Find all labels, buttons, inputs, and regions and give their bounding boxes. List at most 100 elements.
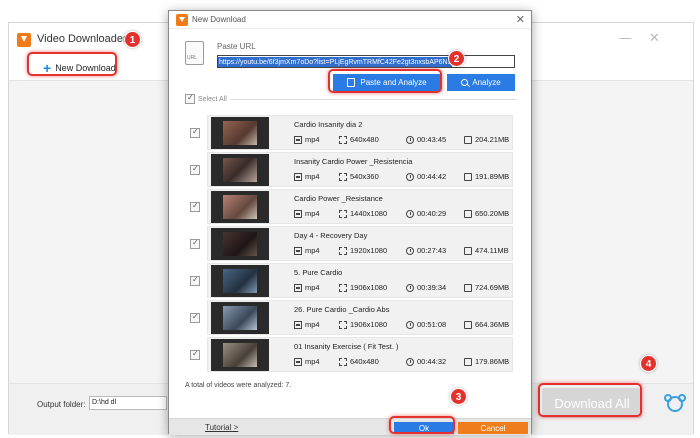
resolution-value: 640x480: [350, 135, 379, 144]
video-format: mp4: [294, 283, 320, 292]
video-resolution: 1906x1080: [339, 320, 387, 329]
video-checkbox[interactable]: [190, 201, 200, 212]
dialog-title: New Download: [192, 15, 246, 24]
video-row: 01 Insanity Exercise ( Fit Test. ) mp4 6…: [185, 337, 513, 374]
folder-icon: [464, 357, 472, 366]
output-folder-input[interactable]: D:\hd dl: [89, 396, 167, 410]
paste-url-label: Paste URL: [217, 42, 256, 51]
video-resolution: 640x480: [339, 135, 379, 144]
video-size: 650.20MB: [464, 209, 509, 218]
folder-icon: [464, 209, 472, 218]
video-format: mp4: [294, 357, 320, 366]
video-duration: 00:44:32: [406, 357, 446, 366]
film-icon: [294, 135, 302, 144]
dialog-footer: Tutorial > Ok Cancel: [169, 418, 531, 435]
resolution-value: 1440x1080: [350, 209, 388, 218]
resolution-icon: [339, 357, 347, 366]
video-resolution: 1440x1080: [339, 209, 387, 218]
film-icon: [294, 320, 302, 329]
resolution-icon: [339, 209, 347, 218]
minimize-icon[interactable]: —: [619, 31, 632, 46]
analyzed-total-text: A total of videos were analyzed: 7.: [185, 382, 292, 389]
format-value: mp4: [305, 135, 320, 144]
alarm-clock-icon[interactable]: [664, 394, 686, 412]
url-file-icon: [185, 41, 204, 65]
video-checkbox[interactable]: [190, 312, 200, 323]
video-size: 664.36MB: [464, 320, 509, 329]
folder-icon: [464, 320, 472, 329]
resolution-icon: [339, 172, 347, 181]
output-folder-label: Output folder:: [37, 400, 86, 409]
video-duration: 00:43:45: [406, 135, 446, 144]
select-all[interactable]: Select All: [185, 93, 227, 104]
close-icon[interactable]: ✕: [649, 31, 660, 46]
video-duration: 00:51:08: [406, 320, 446, 329]
video-title: 01 Insanity Exercise ( Fit Test. ): [294, 342, 399, 351]
format-value: mp4: [305, 320, 320, 329]
size-value: 664.36MB: [475, 320, 510, 329]
duration-value: 00:51:08: [417, 320, 447, 329]
analyze-button[interactable]: Analyze: [447, 74, 515, 91]
duration-value: 00:40:29: [417, 209, 447, 218]
step-badge-1: 1: [124, 31, 141, 48]
highlight-new-download: [27, 52, 117, 76]
video-duration: 00:44:42: [406, 172, 446, 181]
video-title: Cardio Insanity dia 2: [294, 120, 363, 129]
video-thumbnail: [211, 191, 269, 223]
clock-icon: [406, 283, 414, 292]
video-resolution: 640x480: [339, 357, 379, 366]
resolution-value: 1906x1080: [350, 320, 388, 329]
video-thumbnail: [211, 302, 269, 334]
size-value: 191.89MB: [475, 172, 510, 181]
video-row: Cardio Insanity dia 2 mp4 640x480 00:43:…: [185, 115, 513, 152]
clock-icon: [406, 357, 414, 366]
folder-icon: [464, 246, 472, 255]
step-badge-4: 4: [640, 355, 657, 372]
step-badge-2: 2: [448, 50, 465, 67]
format-value: mp4: [305, 357, 320, 366]
clock-icon: [406, 172, 414, 181]
video-title: Cardio Power _Resistance: [294, 194, 383, 203]
video-checkbox[interactable]: [190, 275, 200, 286]
app-title: Video Downloader: [37, 33, 127, 45]
dialog-close-icon[interactable]: ✕: [516, 13, 525, 26]
dialog-titlebar: New Download ✕: [169, 11, 531, 29]
video-size: 191.89MB: [464, 172, 509, 181]
url-input[interactable]: https://youtu.be/6f3jmXm7oDo?list=PLjEgR…: [217, 55, 515, 68]
cancel-button[interactable]: Cancel: [458, 422, 528, 434]
video-format: mp4: [294, 209, 320, 218]
highlight-paste-and-analyze: [328, 69, 442, 93]
video-title: Insanity Cardio Power _Resistencia: [294, 157, 413, 166]
video-resolution: 1906x1080: [339, 283, 387, 292]
tutorial-link[interactable]: Tutorial >: [205, 423, 238, 432]
video-checkbox[interactable]: [190, 349, 200, 360]
video-thumbnail: [211, 265, 269, 297]
video-resolution: 540x360: [339, 172, 379, 181]
video-checkbox[interactable]: [190, 127, 200, 138]
search-icon: [461, 79, 469, 86]
folder-icon: [464, 283, 472, 292]
film-icon: [294, 246, 302, 255]
video-format: mp4: [294, 172, 320, 181]
clock-icon: [406, 209, 414, 218]
duration-value: 00:27:43: [417, 246, 447, 255]
resolution-icon: [339, 320, 347, 329]
video-title: Day 4 - Recovery Day: [294, 231, 368, 240]
folder-icon: [464, 172, 472, 181]
video-checkbox[interactable]: [190, 238, 200, 249]
video-size: 474.11MB: [464, 246, 509, 255]
format-value: mp4: [305, 209, 320, 218]
film-icon: [294, 283, 302, 292]
select-all-label: Select All: [198, 95, 227, 103]
film-icon: [294, 357, 302, 366]
video-row: Day 4 - Recovery Day mp4 1920x1080 00:27…: [185, 226, 513, 263]
resolution-value: 640x480: [350, 357, 379, 366]
video-list: Cardio Insanity dia 2 mp4 640x480 00:43:…: [185, 115, 513, 374]
format-value: mp4: [305, 172, 320, 181]
step-badge-3: 3: [450, 388, 467, 405]
video-thumbnail: [211, 154, 269, 186]
video-checkbox[interactable]: [190, 164, 200, 175]
video-size: 724.69MB: [464, 283, 509, 292]
select-all-checkbox[interactable]: [185, 93, 195, 104]
clock-icon: [406, 246, 414, 255]
